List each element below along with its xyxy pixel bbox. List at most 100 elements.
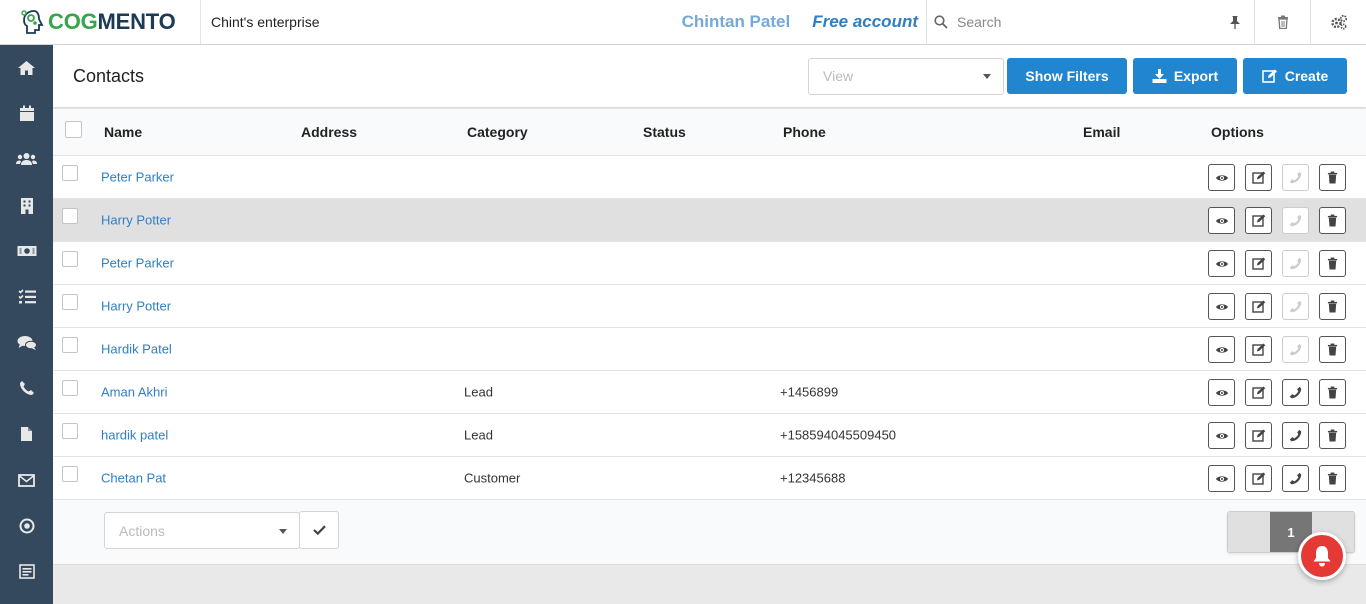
contact-name-link[interactable]: Aman Akhri	[101, 385, 167, 400]
column-header-email[interactable]: Email	[1083, 124, 1120, 140]
contact-name-link[interactable]: Peter Parker	[101, 170, 174, 185]
column-header-category[interactable]: Category	[467, 124, 528, 140]
sidebar-item-cases[interactable]	[0, 320, 53, 366]
sidebar-item-deals[interactable]	[0, 228, 53, 274]
call-button[interactable]	[1282, 250, 1309, 277]
view-button[interactable]	[1208, 379, 1235, 406]
view-button[interactable]	[1208, 465, 1235, 492]
edit-button[interactable]	[1245, 422, 1272, 449]
column-header-name[interactable]: Name	[104, 124, 142, 140]
call-button[interactable]	[1282, 465, 1309, 492]
call-button[interactable]	[1282, 164, 1309, 191]
contact-phone: +158594045509450	[780, 427, 897, 443]
table-row[interactable]: Chetan Pat Customer +12345688	[53, 457, 1366, 500]
view-button[interactable]	[1208, 422, 1235, 449]
pagination-previous[interactable]	[1228, 512, 1270, 552]
row-checkbox[interactable]	[62, 466, 78, 482]
table-row[interactable]: hardik patel Lead +158594045509450	[53, 414, 1366, 457]
sidebar-item-calendar[interactable]	[0, 91, 53, 137]
contact-name-link[interactable]: hardik patel	[101, 428, 168, 443]
call-button[interactable]	[1282, 422, 1309, 449]
edit-button[interactable]	[1245, 379, 1272, 406]
target-icon	[19, 518, 34, 534]
delete-button[interactable]	[1319, 164, 1346, 191]
column-header-phone[interactable]: Phone	[783, 124, 826, 140]
sidebar-item-forms[interactable]	[0, 549, 53, 595]
sidebar-item-home[interactable]	[0, 45, 53, 91]
table-row[interactable]: Aman Akhri Lead +1456899	[53, 371, 1366, 414]
sidebar-item-calls[interactable]	[0, 366, 53, 412]
trash-button[interactable]	[1254, 0, 1310, 44]
sidebar-item-contacts[interactable]	[0, 137, 53, 183]
view-button[interactable]	[1208, 207, 1235, 234]
view-dropdown[interactable]: View	[808, 57, 1004, 95]
contact-name-link[interactable]: Peter Parker	[101, 256, 174, 271]
column-header-status[interactable]: Status	[643, 124, 686, 140]
edit-button[interactable]	[1245, 250, 1272, 277]
call-button[interactable]	[1282, 207, 1309, 234]
edit-button[interactable]	[1245, 336, 1272, 363]
actions-dropdown[interactable]: Actions	[104, 512, 300, 549]
pin-button[interactable]	[1216, 0, 1254, 44]
edit-icon	[1251, 386, 1265, 399]
row-checkbox[interactable]	[62, 423, 78, 439]
sidebar-item-tasks[interactable]	[0, 274, 53, 320]
table-row[interactable]: Harry Potter	[53, 199, 1366, 242]
sidebar-item-documents[interactable]	[0, 411, 53, 457]
envelope-icon	[18, 473, 35, 487]
view-button[interactable]	[1208, 293, 1235, 320]
edit-button[interactable]	[1245, 465, 1272, 492]
row-checkbox[interactable]	[62, 165, 78, 181]
delete-button[interactable]	[1319, 336, 1346, 363]
contact-name-link[interactable]: Harry Potter	[101, 299, 171, 314]
contact-name-link[interactable]: Harry Potter	[101, 213, 171, 228]
view-button[interactable]	[1208, 336, 1235, 363]
row-checkbox[interactable]	[62, 208, 78, 224]
contacts-table: Name Address Category Status Phone Email…	[53, 109, 1366, 500]
apply-action-button[interactable]	[299, 511, 339, 549]
edit-button[interactable]	[1245, 207, 1272, 234]
table-row[interactable]: Peter Parker	[53, 242, 1366, 285]
delete-button[interactable]	[1319, 465, 1346, 492]
search-input[interactable]	[957, 14, 1177, 30]
chat-icon	[17, 335, 37, 350]
delete-button[interactable]	[1319, 250, 1346, 277]
edit-icon	[1251, 343, 1265, 356]
export-button[interactable]: Export	[1133, 58, 1237, 94]
table-footer: Actions 1	[53, 500, 1366, 565]
sidebar-item-email[interactable]	[0, 457, 53, 503]
delete-button[interactable]	[1319, 293, 1346, 320]
call-button[interactable]	[1282, 293, 1309, 320]
contact-name-link[interactable]: Hardik Patel	[101, 342, 172, 357]
show-filters-button[interactable]: Show Filters	[1007, 58, 1127, 94]
phone-icon	[1289, 386, 1302, 399]
settings-button[interactable]	[1310, 0, 1366, 44]
delete-button[interactable]	[1319, 422, 1346, 449]
create-button[interactable]: Create	[1243, 58, 1347, 94]
logo[interactable]: COGMENTO	[0, 0, 201, 44]
sidebar-item-campaigns[interactable]	[0, 503, 53, 549]
view-button[interactable]	[1208, 250, 1235, 277]
home-icon	[18, 60, 35, 75]
row-checkbox[interactable]	[62, 380, 78, 396]
row-checkbox[interactable]	[62, 294, 78, 310]
notifications-button[interactable]	[1298, 532, 1346, 580]
select-all-checkbox[interactable]	[65, 121, 82, 138]
column-header-address[interactable]: Address	[301, 124, 357, 140]
contact-name-link[interactable]: Chetan Pat	[101, 471, 166, 486]
table-row[interactable]: Hardik Patel	[53, 328, 1366, 371]
delete-button[interactable]	[1319, 207, 1346, 234]
sidebar-item-companies[interactable]	[0, 182, 53, 228]
eye-icon	[1215, 174, 1228, 181]
edit-button[interactable]	[1245, 164, 1272, 191]
table-row[interactable]: Harry Potter	[53, 285, 1366, 328]
edit-button[interactable]	[1245, 293, 1272, 320]
table-row[interactable]: Peter Parker	[53, 156, 1366, 199]
view-button[interactable]	[1208, 164, 1235, 191]
delete-button[interactable]	[1319, 379, 1346, 406]
row-checkbox[interactable]	[62, 337, 78, 353]
call-button[interactable]	[1282, 336, 1309, 363]
phone-icon	[19, 381, 34, 396]
call-button[interactable]	[1282, 379, 1309, 406]
row-checkbox[interactable]	[62, 251, 78, 267]
